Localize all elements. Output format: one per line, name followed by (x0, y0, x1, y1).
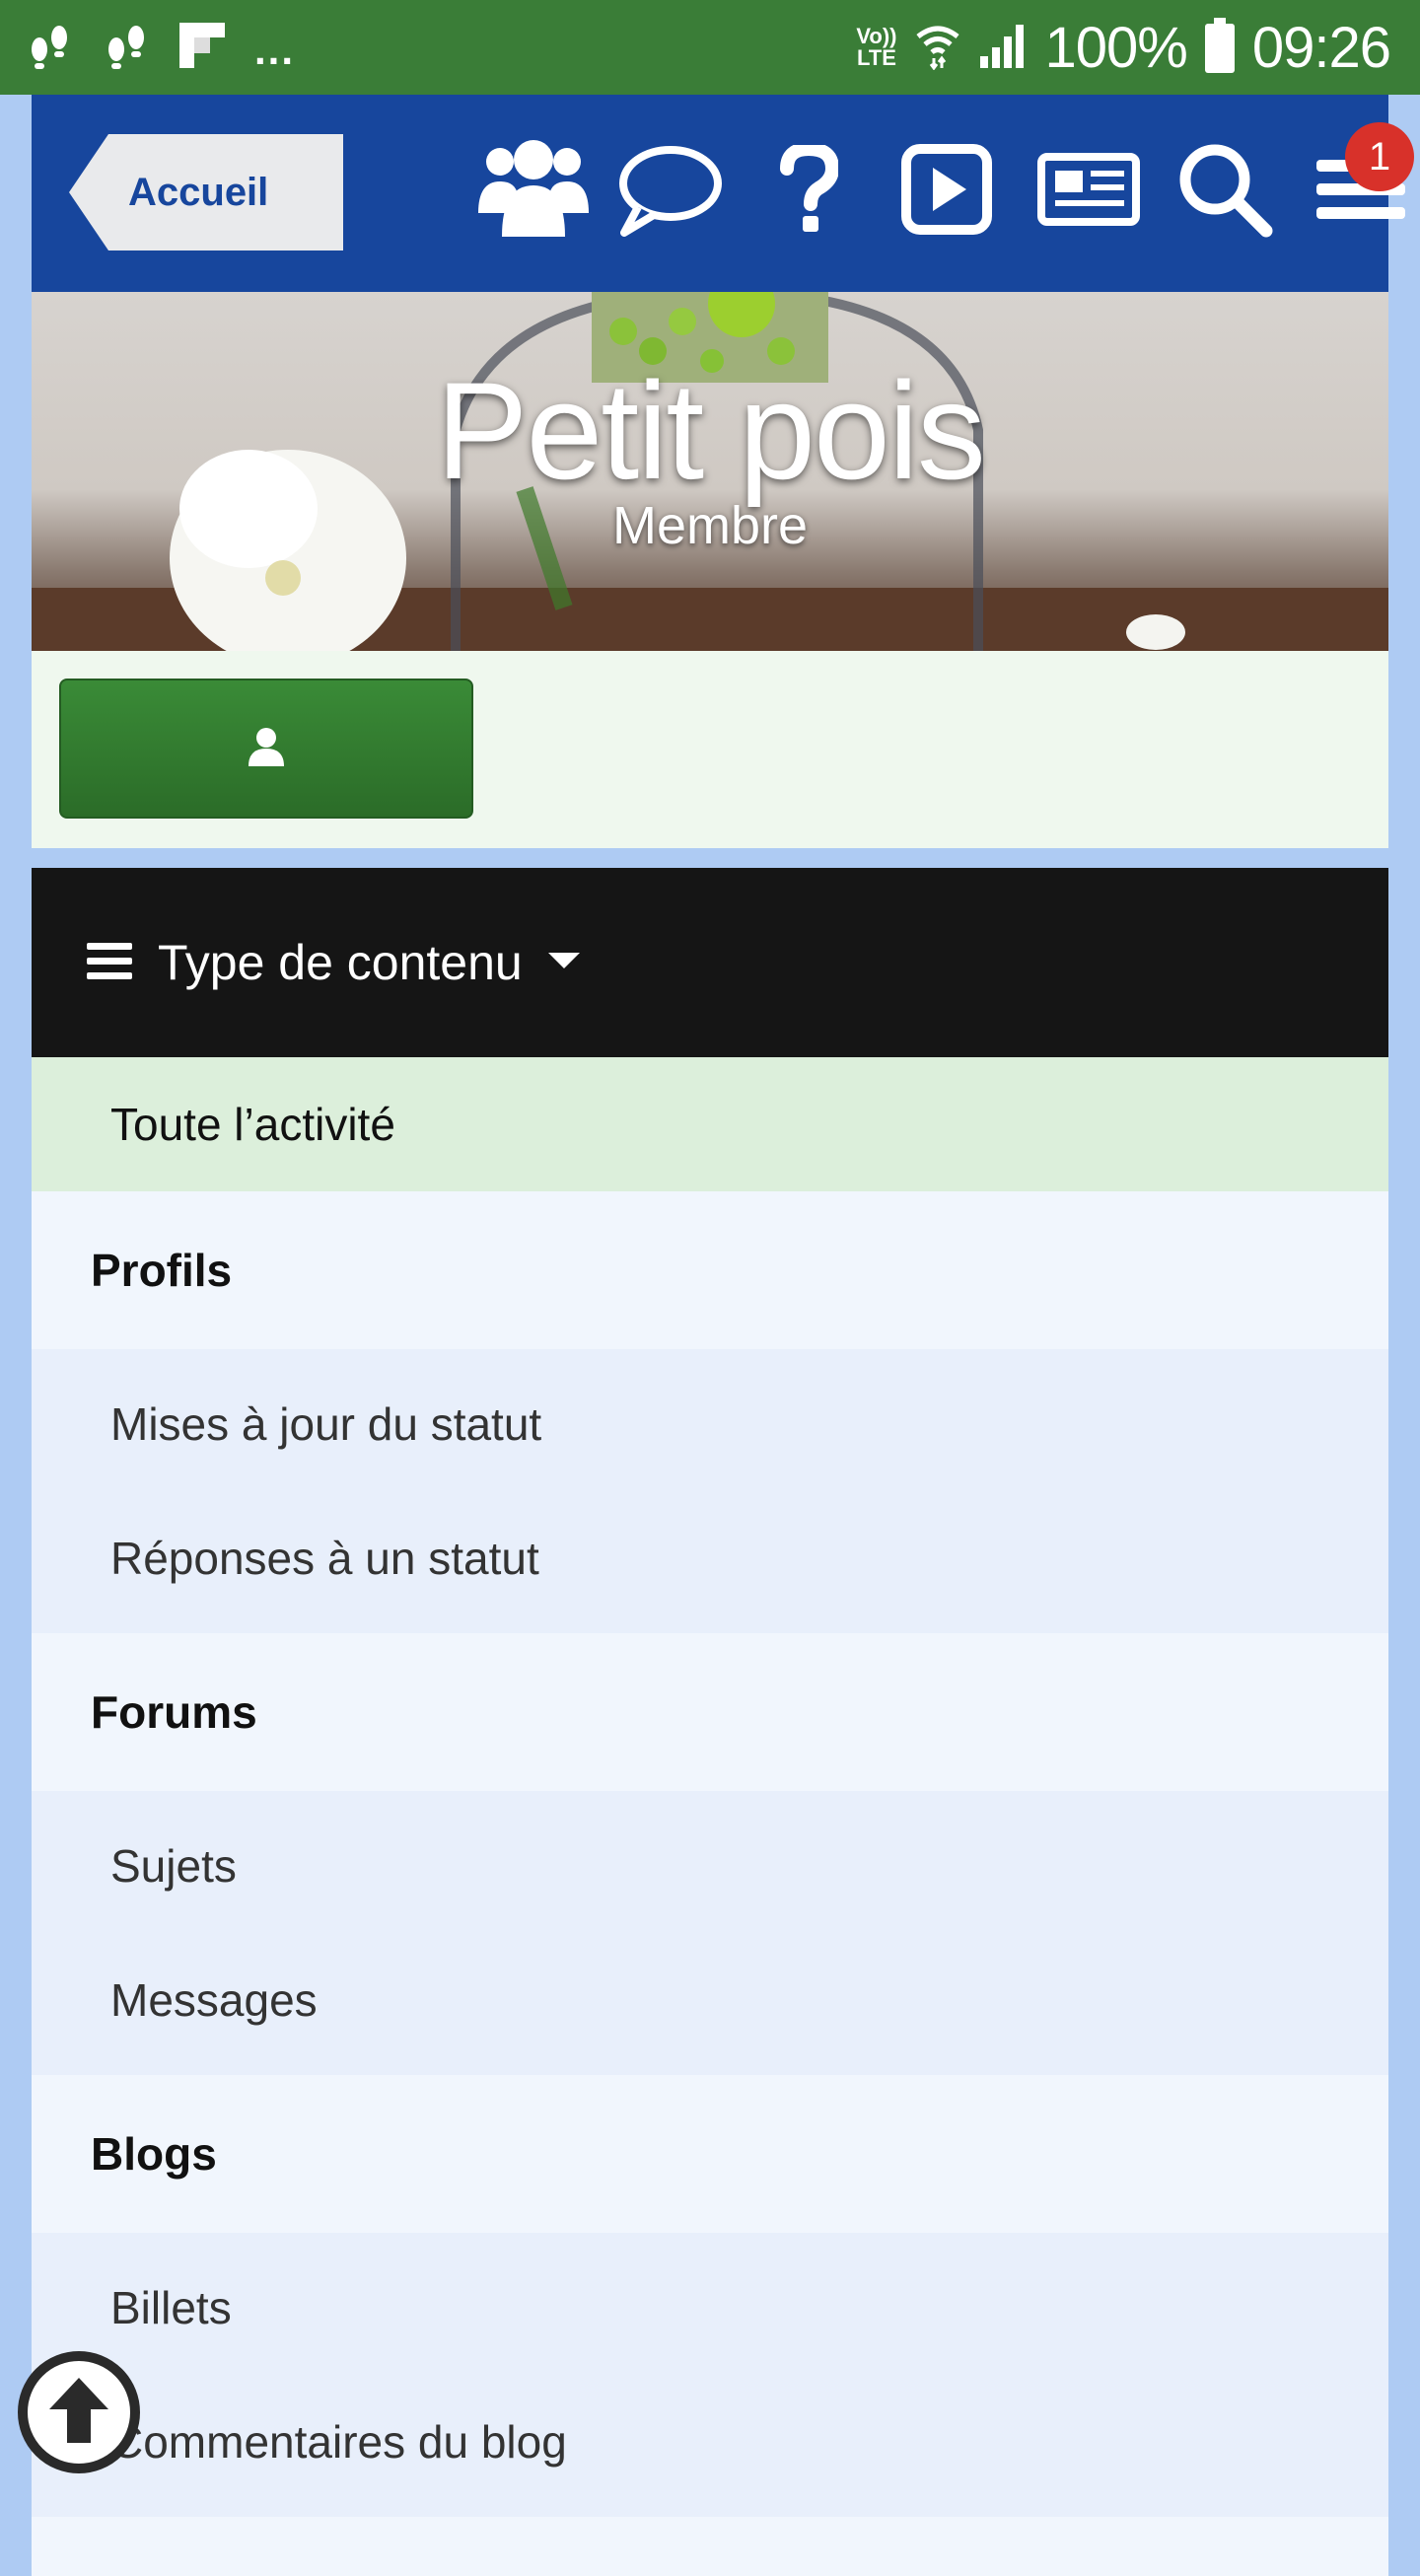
footprints-icon (26, 20, 73, 76)
back-button-label: Accueil (128, 171, 269, 214)
back-button[interactable]: Accueil (69, 134, 343, 250)
profile-cover-photo: Petit pois Membre (32, 292, 1388, 651)
caret-down-icon (547, 951, 580, 975)
members-icon[interactable] (475, 130, 592, 249)
menu-item-label: Sujets (110, 1840, 237, 1892)
section-profiles-items: Mises à jour du statut Réponses à un sta… (32, 1349, 1388, 1633)
section-next (32, 2517, 1388, 2576)
section-forums: Forums (32, 1633, 1388, 1791)
section-label: Blogs (91, 2128, 217, 2180)
menu-item-posts[interactable]: Messages (32, 1933, 1388, 2067)
clock: 09:26 (1251, 15, 1391, 80)
section-label: Forums (91, 1686, 257, 1738)
user-icon (248, 727, 284, 771)
menu-item-label: Réponses à un statut (110, 1533, 539, 1584)
menu-item-status-updates[interactable]: Mises à jour du statut (32, 1357, 1388, 1491)
signal-icon (978, 23, 1028, 73)
status-bar-notifications: ... (26, 22, 295, 73)
menu-item-label: Messages (110, 1974, 318, 2026)
hamburger-icon (87, 941, 132, 985)
news-icon[interactable] (1035, 130, 1142, 249)
battery-icon (1204, 17, 1235, 78)
volte-indicator: Vo)) LTE (856, 26, 896, 69)
section-forums-items: Sujets Messages (32, 1791, 1388, 2075)
menu-item-label: Toute l’activité (110, 1099, 395, 1150)
top-navigation: Accueil 1 (32, 95, 1414, 292)
section-blogs: Blogs (32, 2075, 1388, 2233)
arrow-up-icon (47, 2376, 110, 2450)
notification-badge: 1 (1345, 122, 1414, 191)
battery-percent: 100% (1044, 15, 1188, 80)
help-icon[interactable] (773, 130, 844, 249)
menu-icon[interactable]: 1 (1314, 122, 1414, 249)
menu-item-blog-comments[interactable]: Commentaires du blog (32, 2375, 1388, 2509)
section-blogs-items: Billets Commentaires du blog (32, 2233, 1388, 2517)
chat-icon[interactable] (617, 130, 724, 249)
overflow-dots: ... (254, 27, 296, 73)
profile-role: Membre (611, 496, 809, 555)
section-profiles: Profils (32, 1191, 1388, 1349)
content-type-title: Type de contenu (158, 935, 523, 990)
follow-button[interactable] (59, 679, 473, 819)
search-icon[interactable] (1173, 130, 1276, 249)
video-icon[interactable] (899, 130, 994, 249)
status-bar-system: Vo)) LTE 100% 09:26 (856, 14, 1391, 81)
menu-item-topics[interactable]: Sujets (32, 1799, 1388, 1933)
lte-label: LTE (856, 45, 896, 70)
menu-item-label: Mises à jour du statut (110, 1398, 542, 1450)
section-label: Profils (91, 1245, 233, 1296)
menu-item-blog-entries[interactable]: Billets (32, 2241, 1388, 2375)
menu-item-label: Billets (110, 2282, 232, 2333)
footprints-icon (103, 20, 150, 76)
menu-item-all-activity[interactable]: Toute l’activité (32, 1057, 1388, 1191)
content-type-list: Toute l’activité Profils Mises à jour du… (32, 1057, 1388, 2576)
status-bar: ... Vo)) LTE 100% 09:26 (0, 0, 1420, 95)
profile-actions (32, 651, 1388, 848)
wifi-icon (915, 21, 960, 75)
content-type-menu-header[interactable]: Type de contenu (32, 868, 1388, 1057)
menu-item-label: Commentaires du blog (110, 2416, 567, 2468)
menu-item-status-replies[interactable]: Réponses à un statut (32, 1491, 1388, 1625)
flipboard-icon (179, 22, 225, 73)
profile-name: Petit pois (436, 353, 986, 508)
scroll-to-top-button[interactable] (18, 2351, 140, 2473)
